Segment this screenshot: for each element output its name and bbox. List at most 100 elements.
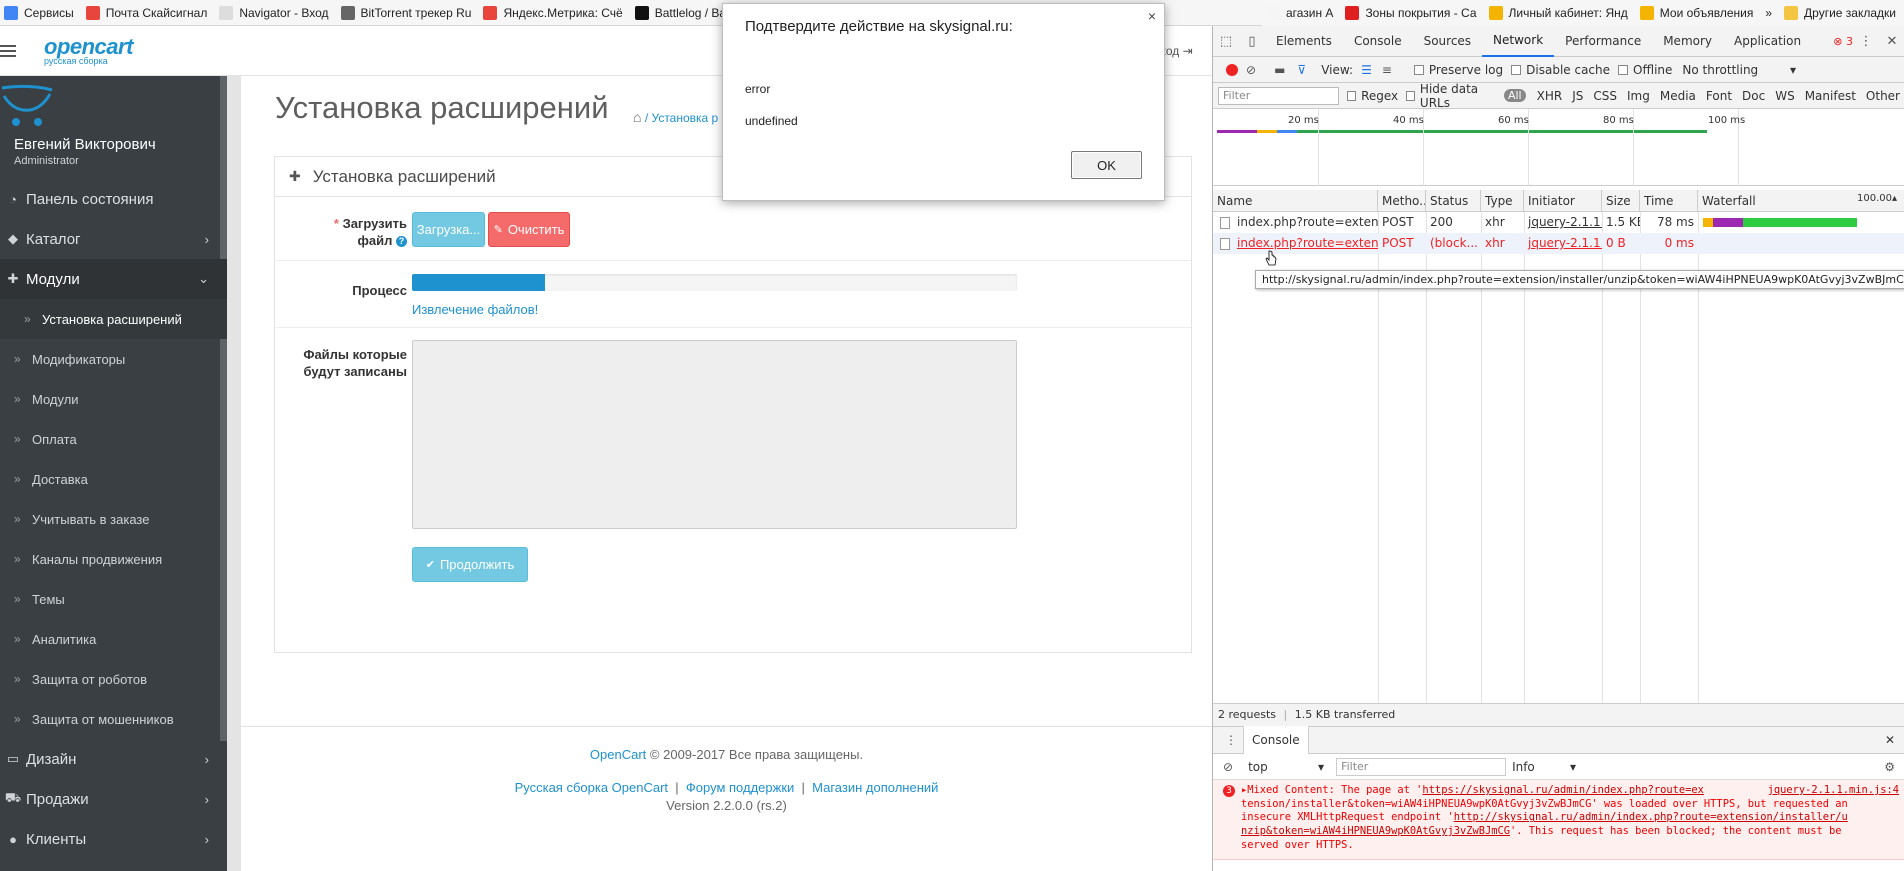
sidebar-item-bottom-2[interactable]: ● Клиенты › bbox=[0, 819, 227, 859]
sidebar-item-2[interactable]: ✚ Модули ⌄ bbox=[0, 259, 227, 299]
column-header-type[interactable]: Type bbox=[1481, 190, 1524, 212]
footer-link-store[interactable]: Магазин дополнений bbox=[812, 780, 938, 795]
network-row[interactable]: index.php?route=extens... POST (block... xh… bbox=[1213, 233, 1904, 254]
sidebar-subitem-5[interactable]: » Каналы продвижения bbox=[0, 539, 227, 579]
capture-screenshots-icon[interactable]: ▬ bbox=[1274, 63, 1285, 77]
sidebar-item-bottom-1[interactable]: ⛟ Продажи › bbox=[0, 779, 227, 819]
column-header-initiator[interactable]: Initiator bbox=[1524, 190, 1602, 212]
sidebar-item-bottom-0[interactable]: ▭ Дизайн › bbox=[0, 739, 227, 779]
bookmark-2[interactable]: Navigator - Вход bbox=[215, 0, 336, 25]
network-row[interactable]: index.php?route=extens... POST 200 xhr jquer… bbox=[1213, 212, 1904, 233]
waterfall-view-icon[interactable]: ≡ bbox=[1382, 63, 1392, 77]
record-icon[interactable] bbox=[1226, 63, 1238, 76]
bookmark-right-3[interactable]: Мои объявления bbox=[1636, 0, 1762, 26]
bookmark-right-0[interactable]: агазин А bbox=[1262, 0, 1342, 26]
console-clear-icon[interactable]: ⊘ bbox=[1223, 760, 1233, 774]
profile-name[interactable]: Евгений Викторович bbox=[14, 136, 156, 153]
bookmark-1[interactable]: Почта Скайсигнал bbox=[82, 0, 216, 25]
bookmark-right-5[interactable]: Другие закладки bbox=[1780, 0, 1904, 26]
context-select[interactable]: top ▾ bbox=[1248, 760, 1324, 774]
home-icon[interactable]: ⌂ bbox=[633, 109, 641, 125]
sidebar-subitem-0[interactable]: » Модификаторы bbox=[0, 339, 227, 379]
bookmark-3[interactable]: BitTorrent трекер Ru bbox=[337, 0, 480, 25]
footer-link-forum[interactable]: Форум поддержки bbox=[686, 780, 794, 795]
filter-type-img[interactable]: Img bbox=[1627, 89, 1650, 103]
upload-button[interactable]: Загрузка... bbox=[412, 212, 485, 247]
msg-endpoint-link[interactable]: http://skysignal.ru/admin/index.php?rout… bbox=[1454, 811, 1848, 823]
menu-toggle-icon[interactable] bbox=[0, 42, 18, 60]
offline-checkbox[interactable] bbox=[1618, 64, 1629, 75]
large-rows-icon[interactable]: ☰ bbox=[1361, 63, 1372, 77]
devtools-close-icon[interactable]: ✕ bbox=[1879, 26, 1904, 57]
footer-brand-link[interactable]: OpenCart bbox=[590, 747, 646, 762]
sidebar-subitem-6[interactable]: » Темы bbox=[0, 579, 227, 619]
tab-sources[interactable]: Sources bbox=[1413, 26, 1482, 57]
filter-type-xhr[interactable]: XHR bbox=[1537, 89, 1563, 103]
filter-type-css[interactable]: CSS bbox=[1593, 89, 1617, 103]
filter-type-js[interactable]: JS bbox=[1572, 89, 1583, 103]
sidebar-subitem-4[interactable]: » Учитывать в заказе bbox=[0, 499, 227, 539]
console-settings-icon[interactable]: ⚙ bbox=[1884, 760, 1895, 774]
tab-memory[interactable]: Memory bbox=[1652, 26, 1723, 57]
drawer-close-icon[interactable]: ✕ bbox=[1885, 733, 1895, 747]
column-header-metho[interactable]: Metho... bbox=[1378, 190, 1426, 212]
opencart-logo[interactable]: opencart русская сборка bbox=[44, 34, 133, 66]
bookmark-right-2[interactable]: Личный кабинет: Янд bbox=[1485, 0, 1636, 26]
cell-initiator[interactable]: jquery-2.1.1... bbox=[1524, 233, 1602, 254]
ok-button[interactable]: OK bbox=[1071, 151, 1142, 179]
breadcrumb-link[interactable]: Установка р bbox=[652, 111, 719, 125]
msg-page-link[interactable]: https://skysignal.ru/admin/index.php?rou… bbox=[1422, 784, 1704, 796]
msg-source-link[interactable]: jquery-2.1.1.min.js:4 bbox=[1768, 784, 1899, 798]
hide-data-urls-checkbox[interactable] bbox=[1406, 90, 1415, 101]
more-options-icon[interactable]: ⋮ bbox=[1853, 26, 1879, 57]
filter-type-other[interactable]: Other bbox=[1866, 89, 1900, 103]
sidebar-subitem-1[interactable]: » Модули bbox=[0, 379, 227, 419]
drawer-tab-console[interactable]: Console bbox=[1243, 726, 1309, 754]
column-header-time[interactable]: Time bbox=[1640, 190, 1698, 212]
tab-elements[interactable]: Elements bbox=[1265, 26, 1343, 57]
sidebar-subitem-2[interactable]: » Оплата bbox=[0, 419, 227, 459]
console-error-message[interactable]: 3 ▸Mixed Content: The page at 'https://s… bbox=[1213, 780, 1904, 860]
tab-console[interactable]: Console bbox=[1343, 26, 1413, 57]
sidebar-subitem-3[interactable]: » Доставка bbox=[0, 459, 227, 499]
help-icon[interactable]: ? bbox=[396, 236, 407, 248]
filter-all-button[interactable]: All bbox=[1503, 89, 1526, 102]
sidebar-item-1[interactable]: ◆ Каталог › bbox=[0, 219, 227, 259]
sidebar-subitem-8[interactable]: » Защита от роботов bbox=[0, 659, 227, 699]
bookmark-right-4[interactable]: » bbox=[1761, 0, 1780, 26]
throttling-select[interactable]: No throttling ▾ bbox=[1682, 63, 1796, 77]
preserve-log-checkbox[interactable] bbox=[1413, 64, 1424, 75]
bookmark-0[interactable]: Сервисы bbox=[0, 0, 82, 25]
error-count-icon[interactable]: ⊗ 3 bbox=[1833, 35, 1853, 48]
bookmark-5[interactable]: Battlelog / Ba bbox=[631, 0, 734, 25]
sidebar-subitem-current[interactable]: » Установка расширений bbox=[0, 299, 227, 339]
sidebar-subitem-7[interactable]: » Аналитика bbox=[0, 619, 227, 659]
column-header-status[interactable]: Status bbox=[1426, 190, 1481, 212]
column-header-size[interactable]: Size bbox=[1602, 190, 1640, 212]
inspect-element-icon[interactable]: ⬚ bbox=[1213, 26, 1239, 57]
bookmark-right-1[interactable]: Зоны покрытия - Са bbox=[1341, 0, 1484, 26]
column-header-name[interactable]: Name bbox=[1213, 190, 1378, 212]
msg-endpoint-link-cont[interactable]: nzip&token=wiAW4iHPNEUA9wpK0AtGvyj3vZwBJ… bbox=[1241, 825, 1510, 837]
filter-type-media[interactable]: Media bbox=[1660, 89, 1696, 103]
clear-icon[interactable]: ⊘ bbox=[1246, 63, 1256, 77]
cell-initiator[interactable]: jquery-2.1.1... bbox=[1524, 212, 1602, 233]
filter-type-manifest[interactable]: Manifest bbox=[1805, 89, 1856, 103]
close-icon[interactable]: × bbox=[1148, 8, 1156, 24]
filter-icon[interactable]: ⊽ bbox=[1297, 63, 1306, 77]
network-filter-input[interactable]: Filter bbox=[1218, 86, 1340, 105]
device-toolbar-icon[interactable]: ▯ bbox=[1239, 26, 1265, 57]
clear-button[interactable]: ✎ Очистить bbox=[488, 212, 570, 247]
continue-button[interactable]: ✔ Продолжить bbox=[412, 547, 528, 582]
sidebar-item-0[interactable]: ◔ Панель состояния bbox=[0, 179, 227, 219]
sidebar-subitem-9[interactable]: » Защита от мошенников bbox=[0, 699, 227, 739]
tab-application[interactable]: Application bbox=[1723, 26, 1812, 57]
drawer-menu-icon[interactable]: ⋮ bbox=[1225, 733, 1237, 747]
filter-type-doc[interactable]: Doc bbox=[1742, 89, 1765, 103]
tab-performance[interactable]: Performance bbox=[1554, 26, 1652, 57]
tab-network[interactable]: Network bbox=[1482, 26, 1555, 57]
filter-type-font[interactable]: Font bbox=[1706, 89, 1732, 103]
filter-type-ws[interactable]: WS bbox=[1775, 89, 1794, 103]
regex-checkbox[interactable] bbox=[1347, 90, 1357, 101]
files-textarea[interactable] bbox=[412, 340, 1017, 529]
